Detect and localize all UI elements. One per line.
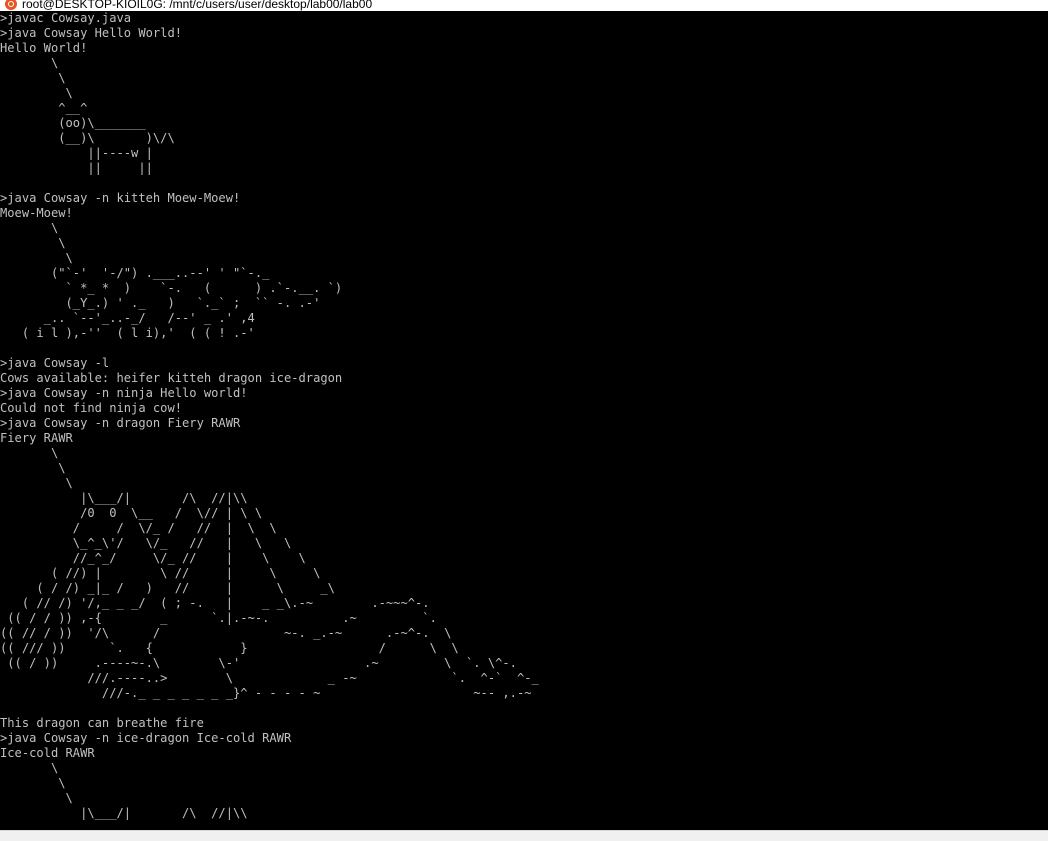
terminal-output[interactable]: >javac Cowsay.java >java Cowsay Hello Wor… (0, 11, 1048, 830)
terminal-line: Fiery RAWR (0, 431, 73, 445)
terminal-line: ` *_ * ) `-. ( ) .`-.__. `) (0, 281, 343, 295)
terminal-line: ///.----..> \ _ -~ `. ^-` ^-_ (0, 671, 539, 685)
terminal-window: root@DESKTOP-KIOIL0G: /mnt/c/users/user/… (0, 0, 1048, 841)
terminal-area[interactable]: >javac Cowsay.java >java Cowsay Hello Wor… (0, 11, 1048, 830)
terminal-line: (_Y_.) ' ._ ) `._` ; `` -. .-' (0, 296, 321, 310)
terminal-line: >javac Cowsay.java (0, 11, 132, 25)
terminal-line: Hello World! (0, 41, 88, 55)
terminal-line: >java Cowsay -n kitteh Moew-Moew! (0, 191, 241, 205)
terminal-line: Could not find ninja cow! (0, 401, 183, 415)
terminal-line: \ (0, 56, 59, 70)
terminal-line: \ (0, 476, 73, 490)
terminal-line: (( / )) .----~-.\ \-' .~ \ `. \^-. (0, 656, 517, 670)
terminal-line: Ice-cold RAWR (0, 746, 95, 760)
terminal-line: /0 0 \__ / \// | \ \ (0, 506, 263, 520)
terminal-line: ( //) | \ // | \ \ (0, 566, 321, 580)
terminal-line: Moew-Moew! (0, 206, 73, 220)
title-bar[interactable]: root@DESKTOP-KIOIL0G: /mnt/c/users/user/… (0, 0, 1048, 11)
terminal-line: \ (0, 86, 73, 100)
terminal-line: \ (0, 221, 59, 235)
terminal-line: . (0, 821, 8, 830)
terminal-line: ("`-' '-/") .___..--' ' "`-._ (0, 266, 270, 280)
terminal-line: _.. `--'_..-_/ /--' _ .' ,4 (0, 311, 255, 325)
terminal-line: || || (0, 161, 153, 175)
terminal-line: |\___/| /\ //|\\ (0, 806, 248, 820)
terminal-line: Cows available: heifer kitteh dragon ice… (0, 371, 343, 385)
terminal-line: ( i l ),-'' ( l i),' ( ( ! .-' (0, 326, 255, 340)
terminal-line: >java Cowsay -l (0, 356, 110, 370)
terminal-line: \ (0, 446, 59, 460)
terminal-line: \ (0, 791, 73, 805)
terminal-line: \ (0, 776, 66, 790)
terminal-line: ^__^ (0, 101, 88, 115)
terminal-line: (oo)\_______ (0, 116, 146, 130)
terminal-line: //_^_/ \/_ // | \ \ (0, 551, 306, 565)
window-bottom-edge (0, 830, 1048, 841)
terminal-line: |\___/| /\ //|\\ (0, 491, 248, 505)
window-title: root@DESKTOP-KIOIL0G: /mnt/c/users/user/… (22, 0, 373, 11)
terminal-line: (__)\ )\/\ (0, 131, 175, 145)
terminal-line: \ (0, 251, 73, 265)
terminal-line: / / \/_ / // | \ \ (0, 521, 277, 535)
terminal-line: >java Cowsay Hello World! (0, 26, 183, 40)
terminal-line: (( // / )) '/\ / ~-. _.-~ .-~^-. \ (0, 626, 452, 640)
terminal-line: (( /// )) `. { } / \ \ (0, 641, 459, 655)
terminal-line: ///-._ _ _ _ _ _ _}^ - - - - ~ ~-- ,.-~ (0, 686, 532, 700)
terminal-line: ( // /) '/,_ _ _/ ( ; -. | _ _\.-~ .-~~~… (0, 596, 430, 610)
terminal-line: >java Cowsay -n ninja Hello world! (0, 386, 248, 400)
terminal-line: \ (0, 461, 66, 475)
terminal-line: \ (0, 761, 59, 775)
terminal-line: >java Cowsay -n dragon Fiery RAWR (0, 416, 241, 430)
terminal-line: >java Cowsay -n ice-dragon Ice-cold RAWR (0, 731, 292, 745)
terminal-line: ( / /) _|_ / ) // | \ _\ (0, 581, 335, 595)
ubuntu-icon (5, 0, 17, 10)
terminal-line: \_^_\'/ \/_ // | \ \ (0, 536, 292, 550)
terminal-line: (( / / )) ,-{ _ `.|.-~-. .~ `. (0, 611, 437, 625)
terminal-line: This dragon can breathe fire (0, 716, 204, 730)
terminal-line: ||----w | (0, 146, 153, 160)
terminal-line: \ (0, 236, 66, 250)
terminal-line: \ (0, 71, 66, 85)
